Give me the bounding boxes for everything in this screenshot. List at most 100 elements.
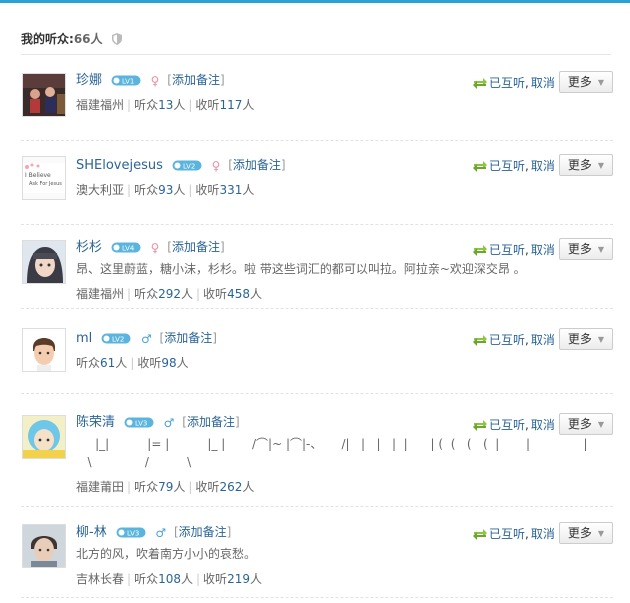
following-count[interactable]: 98 — [161, 356, 176, 370]
user-stats: 听众61人 | 收听98人 — [76, 356, 189, 370]
user-stats: 吉林长春 | 听众108人 | 收听219人 — [76, 572, 262, 586]
add-note-link[interactable]: 添加备注 — [233, 158, 281, 172]
more-button[interactable]: 更多 ▼ — [559, 238, 613, 260]
male-gender-icon: ♂ — [155, 526, 167, 540]
listeners-count[interactable]: 79 — [158, 480, 173, 494]
more-button[interactable]: 更多 ▼ — [559, 522, 613, 544]
listeners-count[interactable]: 13 — [158, 98, 173, 112]
listeners-count[interactable]: 292 — [158, 287, 181, 301]
more-button[interactable]: 更多 ▼ — [559, 413, 613, 435]
mutual-follow-label: 已互听 — [489, 418, 526, 432]
unit-label: 人 — [180, 287, 193, 301]
following-label: 收听 — [195, 183, 220, 197]
user-avatar[interactable] — [22, 328, 66, 372]
level-badge-icon: LV2 — [172, 158, 202, 176]
mutual-follow-icon — [473, 334, 487, 349]
listener-row: 陈荣清 LV3 ♂ [添加备注] |_| |= | |_ | /⌒|~ |⌒|-… — [21, 394, 613, 507]
add-note-link[interactable]: 添加备注 — [172, 73, 220, 87]
female-gender-icon: ♀ — [211, 159, 221, 173]
unit-label: 人 — [173, 480, 186, 494]
add-note-link[interactable]: 添加备注 — [164, 331, 212, 345]
following-count[interactable]: 262 — [219, 480, 242, 494]
more-button[interactable]: 更多 ▼ — [559, 71, 613, 93]
user-location: 吉林长春 — [76, 572, 125, 586]
more-button[interactable]: 更多 ▼ — [559, 328, 613, 350]
user-name-link[interactable]: 陈荣清 — [76, 415, 115, 430]
listeners-label: 听众 — [134, 480, 159, 494]
cancel-follow-link[interactable]: 取消 — [531, 418, 555, 432]
mutual-follow-label: 已互听 — [489, 76, 526, 90]
user-avatar[interactable] — [22, 73, 66, 117]
cancel-follow-link[interactable]: 取消 — [531, 159, 555, 173]
user-stats: 福建福州 | 听众292人 | 收听458人 — [76, 287, 262, 301]
listener-row: ml LV2 ♂ [添加备注] 听众61人 | 收听98人 已互听, 取消 更多 ▼ — [21, 309, 613, 394]
user-name-link[interactable]: 杉杉 — [76, 240, 102, 255]
mutual-follow-icon — [473, 528, 487, 543]
cancel-follow-link[interactable]: 取消 — [531, 527, 555, 541]
mutual-follow-icon — [473, 244, 487, 259]
unit-label: 人 — [249, 287, 262, 301]
unit-label: 人 — [180, 572, 193, 586]
level-badge-icon: LV4 — [111, 240, 141, 258]
mutual-follow-icon — [473, 419, 487, 434]
user-name-link[interactable]: 柳-林 — [76, 525, 107, 540]
user-location: 福建莆田 — [76, 480, 125, 494]
chevron-down-icon: ▼ — [597, 529, 605, 538]
following-count[interactable]: 219 — [227, 572, 250, 586]
mutual-follow-label: 已互听 — [489, 159, 526, 173]
more-button[interactable]: 更多 ▼ — [559, 154, 613, 176]
unit-label: 人 — [242, 480, 255, 494]
cancel-follow-link[interactable]: 取消 — [531, 76, 555, 90]
user-signature: |_| |= | |_ | /⌒|~ |⌒|-、 /| | | | | | ( … — [87, 437, 588, 469]
listeners-label: 听众 — [134, 183, 159, 197]
unit-label: 人 — [176, 356, 189, 370]
listeners-count[interactable]: 93 — [158, 183, 173, 197]
level-badge-icon: LV2 — [101, 331, 131, 349]
user-location: 福建福州 — [76, 98, 125, 112]
svg-text:I Believe: I Believe — [25, 172, 51, 179]
chevron-down-icon: ▼ — [597, 161, 605, 170]
user-name-link[interactable]: 珍娜 — [76, 73, 102, 88]
user-avatar[interactable] — [22, 524, 66, 568]
user-avatar[interactable] — [22, 240, 66, 284]
add-note-link[interactable]: 添加备注 — [172, 240, 220, 254]
user-avatar[interactable]: I Believe Ask For Jesus — [22, 156, 66, 200]
listeners-count[interactable]: 61 — [100, 356, 115, 370]
level-text: LV2 — [183, 163, 195, 171]
following-count[interactable]: 331 — [219, 183, 242, 197]
following-label: 收听 — [195, 480, 220, 494]
mutual-follow-label: 已互听 — [489, 243, 526, 257]
mutual-follow-icon — [473, 77, 487, 92]
following-count[interactable]: 458 — [227, 287, 250, 301]
cancel-follow-link[interactable]: 取消 — [531, 333, 555, 347]
user-stats: 福建莆田 | 听众79人 | 收听262人 — [76, 480, 255, 494]
user-name-link[interactable]: SHElovejesus — [76, 158, 163, 173]
unit-label: 人 — [173, 98, 186, 112]
more-label: 更多 — [567, 526, 592, 540]
listeners-label: 听众 — [134, 98, 159, 112]
following-count[interactable]: 117 — [219, 98, 242, 112]
mutual-follow-icon — [473, 160, 487, 175]
level-badge-icon: LV1 — [111, 73, 141, 91]
listener-row: 柳-林 LV3 ♂ [添加备注] 北方的风，吹着南方小小的哀愁。 吉林长春 | 听众… — [21, 507, 613, 598]
following-label: 收听 — [137, 356, 162, 370]
following-label: 收听 — [203, 287, 228, 301]
listeners-label: 听众 — [76, 356, 101, 370]
user-signature: 北方的风，吹着南方小小的哀愁。 — [76, 547, 257, 561]
listener-row: 珍娜 LV1 ♀ [添加备注] 福建福州 | 听众13人 | 收听117人 已互听, 取消… — [21, 58, 613, 141]
add-note-link[interactable]: 添加备注 — [187, 415, 235, 429]
level-text: LV2 — [112, 336, 124, 344]
female-gender-icon: ♀ — [150, 74, 160, 88]
chevron-down-icon: ▼ — [597, 335, 605, 344]
user-avatar[interactable] — [22, 415, 66, 459]
unit-label: 人 — [242, 98, 255, 112]
listeners-count[interactable]: 108 — [158, 572, 181, 586]
more-label: 更多 — [567, 75, 592, 89]
user-name-link[interactable]: ml — [76, 331, 92, 346]
following-label: 收听 — [195, 98, 220, 112]
listeners-label: 听众 — [134, 287, 159, 301]
cancel-follow-link[interactable]: 取消 — [531, 243, 555, 257]
unit-label: 人 — [242, 183, 255, 197]
mutual-follow-label: 已互听 — [489, 333, 526, 347]
add-note-link[interactable]: 添加备注 — [179, 525, 227, 539]
